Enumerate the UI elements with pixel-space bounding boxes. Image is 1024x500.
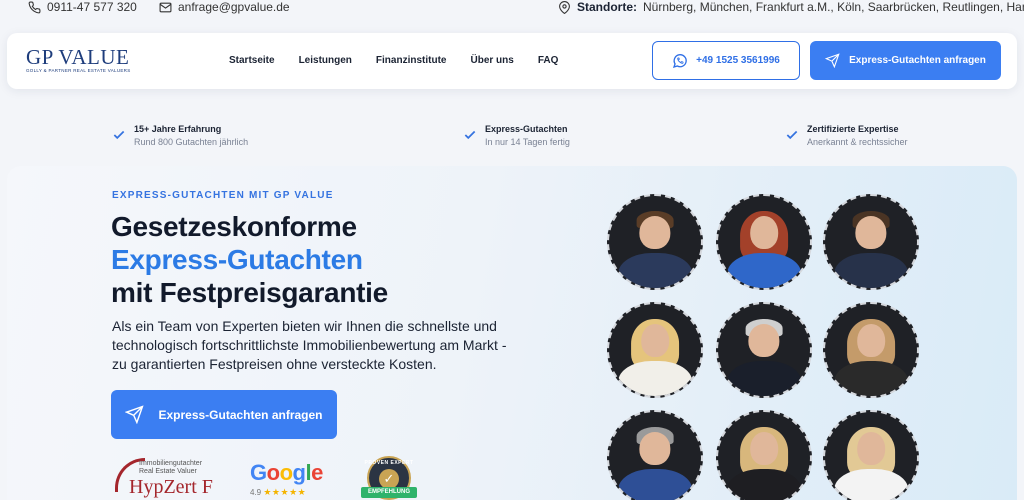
face-shape (855, 216, 887, 250)
whatsapp-number: +49 1525 3561996 (696, 55, 780, 66)
hero-section: EXPRESS-GUTACHTEN MIT GP VALUE Gesetzesk… (7, 166, 1017, 500)
team-member-photo (823, 410, 919, 500)
paper-plane-icon (825, 53, 840, 68)
main-nav: Startseite Leistungen Finanzinstitute Üb… (229, 55, 558, 66)
face-shape (639, 216, 671, 250)
phone-contact[interactable]: 0911-47 577 320 (28, 0, 137, 14)
top-shape (834, 361, 908, 396)
team-member-photo (716, 302, 812, 398)
team-member-photo (823, 194, 919, 290)
top-shape (727, 469, 801, 500)
mail-icon (159, 2, 172, 12)
face-shape (857, 432, 885, 466)
nav-leistungen[interactable]: Leistungen (299, 55, 352, 66)
email-contact[interactable]: anfrage@gpvalue.de (159, 0, 290, 14)
whatsapp-button[interactable]: +49 1525 3561996 (652, 41, 800, 80)
nav-ueber-uns[interactable]: Über uns (470, 55, 513, 66)
feature-strip: 15+ Jahre Erfahrung Rund 800 Gutachten j… (0, 124, 1024, 152)
check-icon (113, 130, 125, 140)
check-icon (464, 130, 476, 140)
team-photo-grid (7, 166, 1017, 500)
top-shape (834, 469, 908, 500)
feature-experience: 15+ Jahre Erfahrung Rund 800 Gutachten j… (112, 124, 248, 147)
phone-number: 0911-47 577 320 (47, 0, 137, 14)
suit-shape (834, 253, 908, 288)
face-shape (857, 324, 885, 358)
feature-title: Express-Gutachten (485, 124, 568, 134)
logo-tagline: GOLLY & PARTNER REAL ESTATE VALUERS (26, 68, 131, 73)
face-shape (748, 324, 780, 358)
locations-list: Nürnberg, München, Frankfurt a.M., Köln,… (643, 0, 1024, 14)
face-shape (641, 324, 669, 358)
feature-title: 15+ Jahre Erfahrung (134, 124, 222, 134)
face-shape (639, 432, 671, 466)
main-header: GP VALUE GOLLY & PARTNER REAL ESTATE VAL… (7, 33, 1017, 89)
check-icon (786, 130, 798, 140)
feature-subtitle: Rund 800 Gutachten jährlich (134, 137, 249, 147)
blouse-shape (618, 361, 692, 396)
locations-label: Standorte: (577, 0, 637, 14)
locations: Standorte: Nürnberg, München, Frankfurt … (558, 0, 1024, 14)
express-request-button-header[interactable]: Express-Gutachten anfragen (810, 41, 1001, 80)
feature-certified: Zertifizierte Expertise Anerkannt & rech… (785, 124, 908, 147)
blouse-shape (727, 253, 801, 288)
whatsapp-icon (673, 53, 687, 68)
nav-faq[interactable]: FAQ (538, 55, 559, 66)
team-member-photo (607, 194, 703, 290)
team-member-photo (716, 194, 812, 290)
nav-startseite[interactable]: Startseite (229, 55, 275, 66)
feature-express: Express-Gutachten In nur 14 Tagen fertig (463, 124, 570, 147)
feature-subtitle: Anerkannt & rechtssicher (807, 137, 908, 147)
face-shape (750, 432, 778, 466)
nav-finanzinstitute[interactable]: Finanzinstitute (376, 55, 447, 66)
team-member-photo (716, 410, 812, 500)
top-info-bar: 0911-47 577 320 anfrage@gpvalue.de Stand… (0, 0, 1024, 16)
team-member-photo (823, 302, 919, 398)
team-member-photo (607, 410, 703, 500)
suit-shape (727, 361, 801, 396)
team-member-photo (607, 302, 703, 398)
location-pin-icon (559, 0, 570, 14)
suit-shape (618, 253, 692, 288)
logo[interactable]: GP VALUE GOLLY & PARTNER REAL ESTATE VAL… (26, 47, 146, 75)
express-request-label: Express-Gutachten anfragen (849, 55, 986, 66)
face-shape (750, 216, 778, 250)
email-address: anfrage@gpvalue.de (178, 0, 290, 14)
feature-subtitle: In nur 14 Tagen fertig (485, 137, 570, 147)
suit-shape (618, 469, 692, 500)
phone-icon (28, 1, 41, 13)
logo-name: GP VALUE (26, 45, 130, 69)
feature-title: Zertifizierte Expertise (807, 124, 899, 134)
